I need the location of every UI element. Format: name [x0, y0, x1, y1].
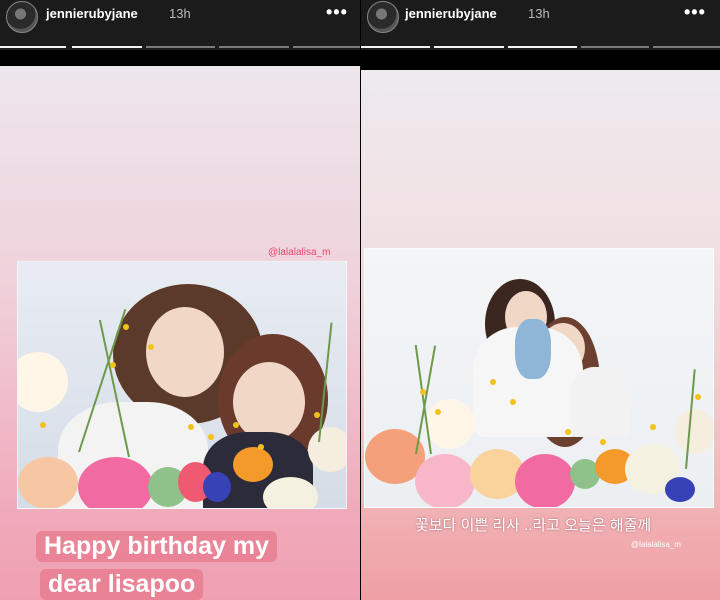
flower [263, 477, 318, 508]
flower [203, 472, 231, 502]
username[interactable]: jennierubyjane [46, 6, 138, 21]
more-options-icon[interactable]: ••• [326, 2, 348, 23]
yellow-bud [435, 409, 441, 415]
story-photo [17, 261, 347, 509]
yellow-bud [258, 444, 264, 450]
yellow-bud [314, 412, 320, 418]
flower [665, 477, 695, 502]
caption-line-2: dear lisapoo [40, 569, 204, 600]
yellow-bud [123, 324, 129, 330]
yellow-bud [650, 424, 656, 430]
person-face [233, 362, 305, 442]
yellow-bud [565, 429, 571, 435]
post-time: 13h [169, 6, 191, 21]
yellow-bud [695, 394, 701, 400]
mention-tag[interactable]: @lalalalisa_m [631, 540, 681, 549]
yellow-bud [510, 399, 516, 405]
progress-segment-4 [219, 46, 289, 48]
progress-segment-3 [146, 46, 215, 48]
progress-segment-2 [72, 46, 142, 48]
flower [425, 399, 475, 449]
flower [78, 457, 153, 508]
flower [18, 457, 78, 508]
progress-segment-5 [293, 46, 360, 48]
mention-tag[interactable]: @lalalalisa_m [268, 247, 330, 258]
caption-line-1: Happy birthday my [36, 531, 278, 562]
progress-segment-1 [361, 46, 430, 48]
avatar[interactable] [6, 1, 38, 33]
progress-segment-4 [581, 46, 649, 48]
scarf [515, 319, 551, 379]
yellow-bud [188, 424, 194, 430]
person-face [146, 307, 224, 397]
progress-segment-1 [0, 46, 66, 48]
more-options-icon[interactable]: ••• [684, 2, 706, 23]
story-left[interactable]: jennierubyjane 13h ••• @lalalalisa_m Hap… [0, 0, 360, 600]
story-header: jennierubyjane 13h ••• [361, 0, 720, 50]
progress-segment-2 [434, 46, 504, 48]
post-time: 13h [528, 6, 550, 21]
yellow-bud [40, 422, 46, 428]
progress-segment-5 [653, 46, 720, 48]
flower [233, 447, 273, 482]
yellow-bud [233, 422, 239, 428]
flower [515, 454, 575, 507]
yellow-bud [148, 344, 154, 350]
avatar[interactable] [367, 1, 399, 33]
yellow-bud [110, 362, 116, 368]
username[interactable]: jennierubyjane [405, 6, 497, 21]
progress-segment-3 [508, 46, 577, 48]
yellow-bud [600, 439, 606, 445]
story-header: jennierubyjane 13h ••• [0, 0, 360, 50]
flower [415, 454, 475, 507]
yellow-bud [420, 389, 426, 395]
flower [308, 427, 346, 472]
flower [675, 409, 713, 454]
story-photo [364, 248, 714, 508]
flower [18, 352, 68, 412]
caption-korean: 꽃보다 이쁜 리사 ..라고 오늘은 해줄께 [415, 517, 652, 534]
clothing [570, 367, 630, 437]
yellow-bud [208, 434, 214, 440]
yellow-bud [490, 379, 496, 385]
